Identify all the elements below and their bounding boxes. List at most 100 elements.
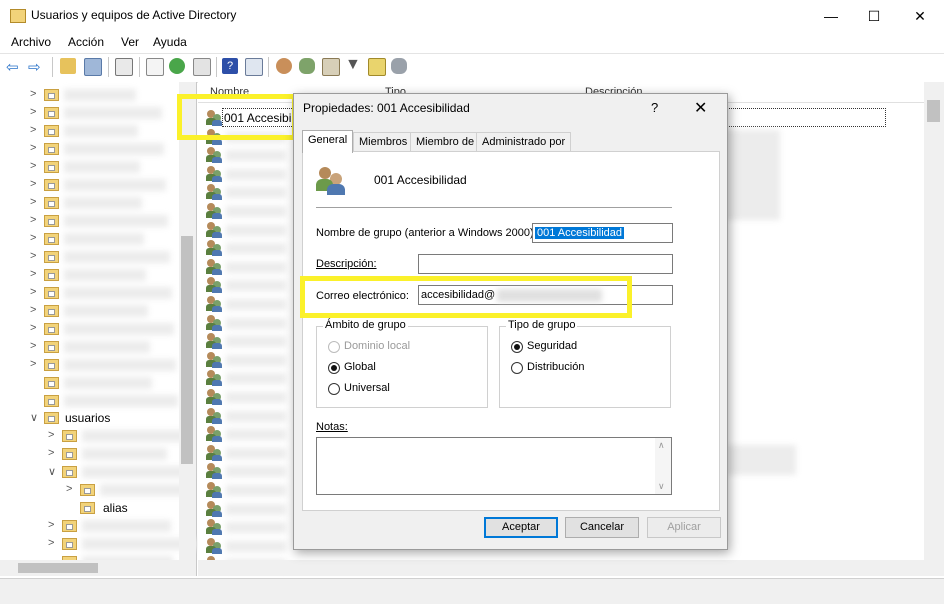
chevron-right-icon[interactable]: > (30, 106, 36, 118)
ou-folder-icon (62, 466, 77, 478)
chevron-right-icon[interactable]: > (30, 178, 36, 190)
new-ou-icon[interactable] (322, 58, 340, 76)
ok-button[interactable]: Aceptar (484, 517, 558, 538)
menu-ayuda[interactable]: Ayuda (153, 35, 187, 49)
group-icon[interactable] (206, 147, 222, 163)
tree-item-alias[interactable]: alias (66, 499, 186, 517)
ou-folder-icon (44, 377, 59, 389)
group-icon[interactable] (206, 259, 222, 275)
group-icon[interactable] (206, 166, 222, 182)
tree-hscroll-thumb[interactable] (18, 563, 98, 573)
group-icon[interactable] (206, 370, 222, 386)
chevron-right-icon[interactable]: > (48, 519, 54, 531)
radio-security[interactable] (511, 341, 523, 353)
cancel-button[interactable]: Cancelar (565, 517, 639, 538)
chevron-right-icon[interactable]: > (30, 322, 36, 334)
group-icon[interactable] (206, 408, 222, 424)
chevron-right-icon[interactable]: > (30, 232, 36, 244)
chevron-right-icon[interactable]: > (48, 447, 54, 459)
group-icon[interactable] (206, 352, 222, 368)
properties-icon[interactable] (146, 58, 164, 76)
find-icon[interactable] (368, 58, 386, 76)
radio-global-label[interactable]: Global (344, 361, 376, 373)
list-scroll-thumb[interactable] (927, 100, 940, 122)
back-arrow-icon[interactable]: ⇦ (6, 58, 19, 76)
chevron-right-icon[interactable]: > (66, 483, 72, 495)
radio-universal[interactable] (328, 383, 340, 395)
chevron-right-icon[interactable]: > (30, 160, 36, 172)
dialog-help-button[interactable]: ? (651, 100, 658, 115)
group-icon[interactable] (206, 426, 222, 442)
chevron-right-icon[interactable]: > (30, 286, 36, 298)
minimize-button[interactable]: — (808, 0, 854, 32)
redacted-label (226, 243, 286, 254)
help-icon[interactable]: ? (222, 58, 238, 74)
new-group-icon[interactable] (299, 58, 315, 74)
group-icon[interactable] (206, 519, 222, 535)
group-icon[interactable] (206, 203, 222, 219)
group-icon[interactable] (206, 315, 222, 331)
tree-item-usuarios[interactable]: ∨ usuarios (30, 409, 150, 427)
show-tree-icon[interactable] (84, 58, 102, 76)
chevron-right-icon[interactable]: > (48, 429, 54, 441)
chevron-right-icon[interactable]: > (30, 358, 36, 370)
group-icon[interactable] (206, 445, 222, 461)
radio-security-label[interactable]: Seguridad (527, 340, 577, 352)
pre-w2000-input[interactable]: 001 Accesibilidad (532, 223, 673, 243)
group-icon[interactable] (206, 240, 222, 256)
group-icon[interactable] (206, 184, 222, 200)
refresh-icon[interactable] (169, 58, 185, 74)
scroll-up-icon[interactable]: ∧ (658, 440, 665, 451)
tree-scroll-thumb[interactable] (181, 236, 193, 464)
scroll-down-icon[interactable]: ∨ (658, 481, 665, 492)
chevron-right-icon[interactable]: > (30, 142, 36, 154)
chevron-down-icon[interactable]: ∨ (30, 411, 38, 424)
tab-administrado-por[interactable]: Administrado por (476, 132, 572, 151)
chevron-right-icon[interactable]: > (30, 268, 36, 280)
chevron-right-icon[interactable]: > (30, 250, 36, 262)
dialog-close-button[interactable]: ✕ (694, 98, 707, 118)
clipboard-icon[interactable] (115, 58, 133, 76)
forward-arrow-icon[interactable]: ⇨ (28, 58, 41, 76)
group-icon[interactable] (206, 296, 222, 312)
export-list-icon[interactable] (193, 58, 211, 76)
chevron-right-icon[interactable]: > (30, 124, 36, 136)
group-icon[interactable] (206, 389, 222, 405)
chevron-right-icon[interactable]: > (30, 304, 36, 316)
group-icon[interactable] (206, 538, 222, 554)
redacted-label (64, 395, 178, 407)
tab-miembros[interactable]: Miembros (353, 132, 414, 151)
up-folder-icon[interactable] (60, 58, 76, 74)
tab-general[interactable]: General (302, 130, 354, 153)
radio-distribution-label[interactable]: Distribución (527, 361, 584, 373)
console-icon[interactable] (245, 58, 263, 76)
group-icon[interactable] (206, 501, 222, 517)
filter-icon[interactable]: ▼ (345, 56, 361, 74)
description-input[interactable] (418, 254, 673, 274)
chevron-down-icon[interactable]: ∨ (48, 465, 56, 478)
close-window-button[interactable]: ✕ (897, 0, 943, 32)
tab-miembro-de[interactable]: Miembro de (410, 132, 481, 151)
maximize-button[interactable]: ☐ (851, 0, 897, 32)
chevron-right-icon[interactable]: > (30, 196, 36, 208)
list-horizontal-scrollbar[interactable] (198, 560, 924, 576)
group-icon[interactable] (206, 482, 222, 498)
list-vertical-scrollbar[interactable] (924, 82, 944, 576)
menu-accion[interactable]: Acción (68, 35, 104, 49)
new-user-icon[interactable] (276, 58, 292, 74)
add-to-group-icon[interactable] (391, 58, 407, 74)
group-icon[interactable] (206, 333, 222, 349)
chevron-right-icon[interactable]: > (48, 537, 54, 549)
group-icon[interactable] (206, 463, 222, 479)
group-icon[interactable] (206, 222, 222, 238)
chevron-right-icon[interactable]: > (30, 214, 36, 226)
chevron-right-icon[interactable]: > (30, 88, 36, 100)
group-icon[interactable] (206, 277, 222, 293)
radio-universal-label[interactable]: Universal (344, 382, 390, 394)
chevron-right-icon[interactable]: > (30, 340, 36, 352)
notes-textarea[interactable] (316, 437, 672, 495)
menu-archivo[interactable]: Archivo (11, 35, 51, 49)
menu-ver[interactable]: Ver (121, 35, 139, 49)
radio-distribution[interactable] (511, 362, 523, 374)
radio-global[interactable] (328, 362, 340, 374)
